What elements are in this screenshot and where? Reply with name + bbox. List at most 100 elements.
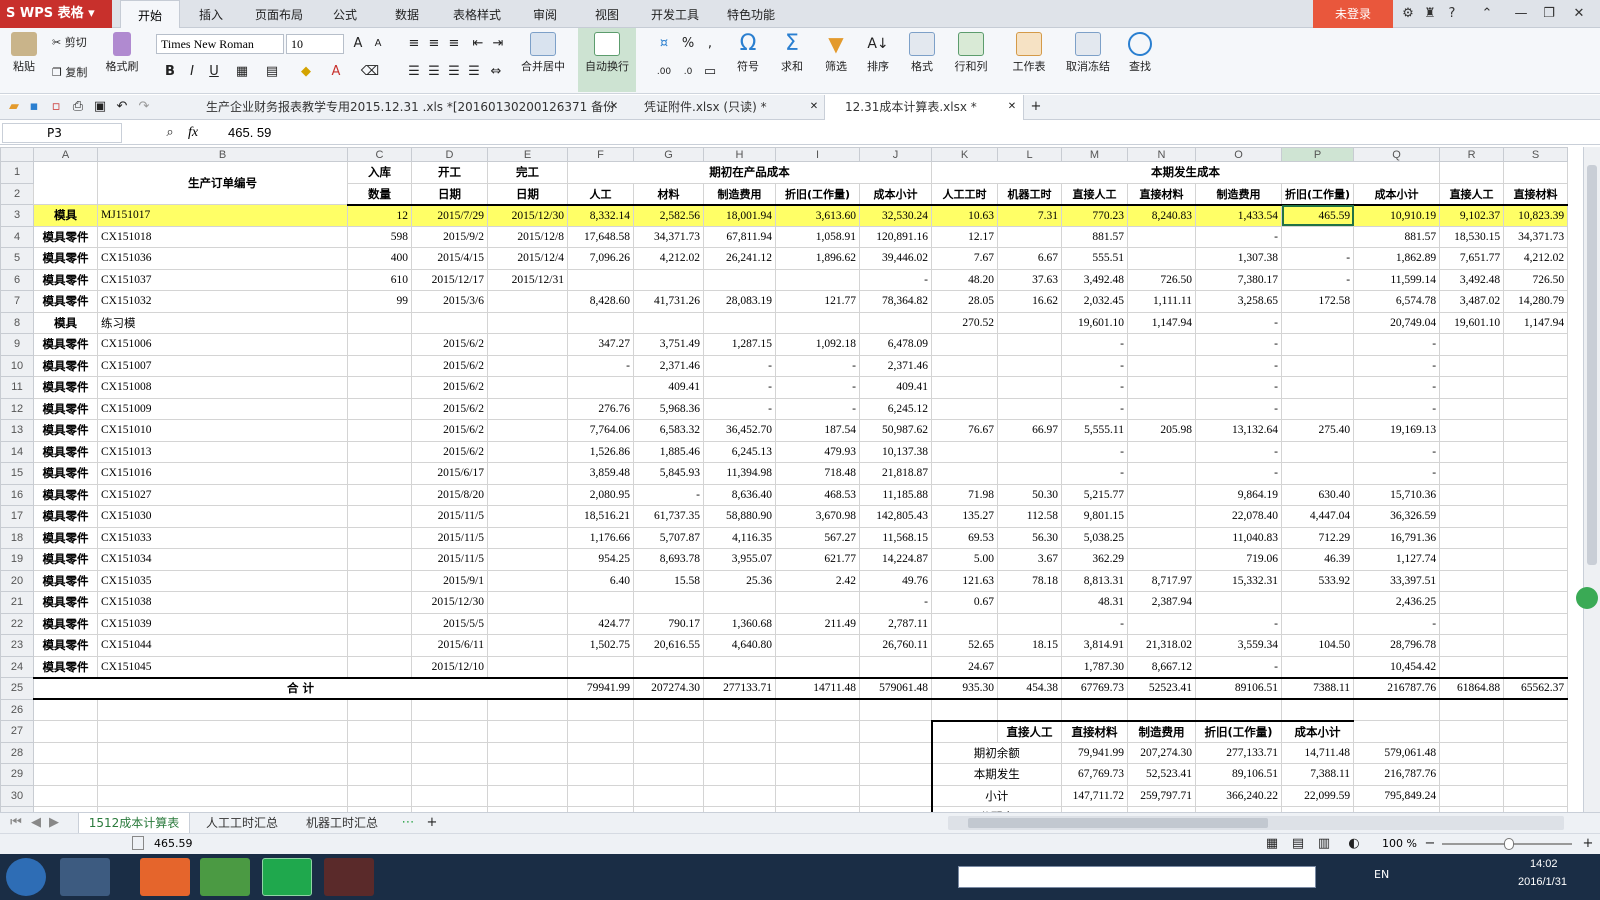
header-sub[interactable]: 折旧(工作量) [1280,182,1355,206]
cell[interactable]: 2,787.11 [859,612,932,635]
cell[interactable] [347,741,412,764]
name-box[interactable]: P3 [2,123,122,143]
cell[interactable]: 2015/12/10 [411,655,488,678]
order-number-cell[interactable]: CX151010 [97,419,348,442]
cell[interactable]: 1,287.15 [703,333,776,356]
cell[interactable]: 22,078.40 [1195,505,1282,528]
column-header-r[interactable]: R [1439,147,1505,162]
cell[interactable]: 1,885.46 [633,440,704,463]
header-start[interactable]: 开工 [411,161,488,184]
zoom-level[interactable]: 100 % [1382,837,1417,850]
column-header-q[interactable]: Q [1353,147,1441,162]
cell[interactable]: 726.50 [1503,268,1569,291]
summary-value[interactable]: 579,061.48 [1353,741,1441,764]
row-header[interactable]: 15 [0,462,34,485]
cell[interactable]: - [1353,612,1441,635]
cell[interactable]: 3,814.91 [1061,634,1128,657]
cell[interactable] [1127,247,1196,270]
taskbar-app-icon[interactable] [60,858,110,896]
cell[interactable] [775,784,860,807]
cell[interactable] [411,741,488,764]
row-header[interactable]: 19 [0,548,34,571]
fx-icon[interactable]: fx [188,123,198,143]
scroll-thumb[interactable] [1587,165,1597,565]
minimize-icon[interactable]: — [1512,5,1530,23]
header-sub[interactable]: 材料 [633,182,704,206]
cell[interactable]: - [1195,311,1282,334]
cell[interactable]: - [1353,397,1441,420]
cell[interactable] [1353,698,1441,721]
cell[interactable] [1503,483,1569,506]
order-number-cell[interactable]: CX151039 [97,612,348,635]
percent-button[interactable]: % [678,34,698,54]
cell[interactable] [487,505,568,528]
cell[interactable] [1439,548,1505,571]
cell[interactable]: 14,280.79 [1503,290,1569,313]
cell[interactable]: 2015/6/11 [411,634,488,657]
header-sub[interactable]: 成本小计 [859,182,932,206]
row-header[interactable]: 11 [0,376,34,399]
cell[interactable]: 18,001.94 [703,204,776,227]
cell[interactable] [633,720,704,743]
cell[interactable]: 2,371.46 [859,354,932,377]
cell[interactable] [775,698,860,721]
cell[interactable] [1439,720,1505,743]
cell[interactable] [487,741,568,764]
cell[interactable] [1280,397,1355,420]
cell[interactable]: 533.92 [1280,569,1355,592]
cell[interactable] [347,698,412,721]
zoom-cell-icon[interactable]: ⌕ [160,123,180,143]
cell[interactable]: 模具零件 [33,655,98,678]
cell[interactable]: 3,487.02 [1439,290,1505,313]
summary-label[interactable]: 小计 [930,784,1062,807]
cell[interactable]: 模具零件 [33,526,98,549]
cell[interactable]: 39,446.02 [859,247,932,270]
cell[interactable]: 12 [347,204,412,227]
total-cell[interactable]: 61864.88 [1439,676,1505,700]
cell[interactable]: 2,582.56 [633,204,704,227]
next-sheet-icon[interactable]: ▶ [44,813,64,833]
cell[interactable]: 2015/5/5 [411,612,488,635]
header-sub[interactable]: 直接材料 [1127,182,1196,206]
cell[interactable]: 2015/6/2 [411,354,488,377]
cell[interactable] [1280,612,1355,635]
row-header[interactable]: 2 [0,182,34,205]
cell[interactable]: 1,307.38 [1195,247,1282,270]
cell[interactable]: - [633,483,704,506]
summary-value[interactable]: 259,797.71 [1127,784,1196,807]
cell[interactable]: 3,859.48 [567,462,634,485]
cell[interactable]: 12.17 [931,225,998,248]
cell[interactable]: 2015/7/29 [411,204,488,227]
summary-value[interactable]: 52,523.41 [1127,763,1196,786]
horizontal-scrollbar[interactable] [948,816,1564,830]
order-number-cell[interactable]: CX151033 [97,526,348,549]
underline-button[interactable]: U [204,62,224,82]
cell[interactable] [1439,784,1505,807]
cell[interactable] [775,720,860,743]
cell[interactable]: 2015/11/5 [411,548,488,571]
sheet-tab-labor-hours[interactable]: 人工工时汇总 [196,813,288,834]
cell[interactable]: 模具零件 [33,419,98,442]
print-preview-icon[interactable]: ▣ [90,97,110,117]
cell[interactable]: 2,080.95 [567,483,634,506]
cell[interactable]: 400 [347,247,412,270]
column-header-m[interactable]: M [1061,147,1128,162]
cell[interactable]: 52.65 [931,634,998,657]
cell[interactable]: 3,492.48 [1439,268,1505,291]
cell[interactable] [997,612,1062,635]
cell[interactable] [931,354,998,377]
cell[interactable]: 347.27 [567,333,634,356]
cell[interactable] [931,376,998,399]
cell[interactable]: 3,258.65 [1195,290,1282,313]
cell[interactable] [1439,397,1505,420]
cell[interactable]: - [775,354,860,377]
cell[interactable]: 36,452.70 [703,419,776,442]
cell[interactable] [930,719,998,743]
cell[interactable] [931,612,998,635]
cell[interactable]: 28,796.78 [1353,634,1441,657]
cell[interactable]: 9,102.37 [1439,204,1505,227]
cell[interactable] [487,440,568,463]
cell[interactable] [703,311,776,334]
row-header[interactable]: 21 [0,591,34,614]
fill-color-icon[interactable]: ◆ [296,62,316,82]
